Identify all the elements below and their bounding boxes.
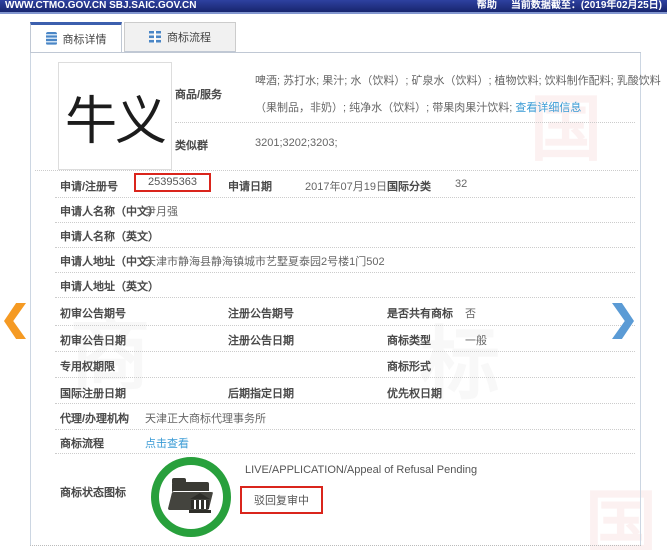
prelim-no-label: 初审公告期号 <box>60 308 126 320</box>
content-bottom-border <box>30 545 641 546</box>
separator <box>175 122 635 123</box>
separator <box>55 247 635 248</box>
status-icon-label: 商标状态图标 <box>60 487 126 499</box>
document-icon <box>45 32 57 45</box>
separator <box>55 297 635 298</box>
tab-label: 商标详情 <box>62 33 107 46</box>
later-date-label: 后期指定日期 <box>228 388 294 400</box>
applicant-addr-en-label: 申请人地址（英文） <box>60 281 159 293</box>
applicant-name-en-label: 申请人名称（英文） <box>60 231 159 243</box>
click-to-view-link[interactable]: 点击查看 <box>145 435 189 451</box>
exclusive-period-label: 专用权期限 <box>60 361 115 373</box>
status-en-text: LIVE/APPLICATION/Appeal of Refusal Pendi… <box>245 464 478 476</box>
tab-trademark-process[interactable]: 商标流程 <box>124 22 236 52</box>
separator <box>55 197 635 198</box>
goods-label: 商品/服务 <box>175 89 223 101</box>
next-arrow-icon[interactable] <box>612 303 634 339</box>
goods-line1: 啤酒; 苏打水; 果汁; 水（饮料）; 矿泉水（饮料）; 植物饮料; 饮料制作配… <box>255 75 661 87</box>
priority-date-label: 优先权日期 <box>387 388 442 400</box>
separator <box>55 272 635 273</box>
site-domains: WWW.CTMO.GOV.CN SBJ.SAIC.GOV.CN <box>5 0 197 11</box>
goods-line2: （果制品，非奶）; 纯净水（饮料）; 带果肉果汁饮料; 查看详细信息 <box>255 102 582 114</box>
intl-class-value: 32 <box>455 178 468 190</box>
previous-arrow-icon[interactable] <box>4 303 26 339</box>
status-icon <box>151 457 231 537</box>
reg-number-label: 申请/注册号 <box>60 181 119 193</box>
intl-reg-date-label: 国际注册日期 <box>60 388 126 400</box>
list-icon <box>149 31 161 43</box>
content-left-border <box>30 52 31 545</box>
separator <box>55 453 635 454</box>
app-date-value: 2017年07月19日 <box>305 181 387 193</box>
reg-number-value: 25395363 <box>148 176 197 188</box>
trademark-image: 牛义 <box>58 62 172 170</box>
applicant-name-cn-value: 尹月强 <box>145 206 178 218</box>
help-link[interactable]: 帮助 <box>477 0 497 12</box>
tab-trademark-details[interactable]: 商标详情 <box>30 22 122 52</box>
process-label: 商标流程 <box>60 438 104 450</box>
goods-value: 啤酒; 苏打水; 果汁; 水（饮料）; 矿泉水（饮料）; 植物饮料; 饮料制作配… <box>255 68 661 122</box>
separator <box>55 222 635 223</box>
top-bar: WWW.CTMO.GOV.CN SBJ.SAIC.GOV.CN 帮助 当前数据截… <box>0 0 667 14</box>
status-cn-text: 驳回复审中 <box>254 495 309 507</box>
tab-label: 商标流程 <box>167 32 211 44</box>
separator <box>55 351 635 352</box>
separator <box>55 377 635 378</box>
similar-group-label: 类似群 <box>175 140 208 152</box>
tm-type-value: 一般 <box>465 335 487 347</box>
content-right-border <box>640 52 641 545</box>
tm-form-label: 商标形式 <box>387 361 431 373</box>
applicant-addr-cn-value: 天津市静海县静海镇城市艺墅夏泰园2号楼1门502 <box>145 256 385 268</box>
content-top-border <box>30 52 641 53</box>
data-date: 当前数据截至：(2019年02月25日) <box>510 0 662 11</box>
agency-value: 天津正大商标代理事务所 <box>145 413 266 425</box>
app-date-label: 申请日期 <box>228 181 272 193</box>
separator <box>55 429 635 430</box>
separator <box>55 403 635 404</box>
trademark-text: 牛义 <box>64 91 167 152</box>
reg-number-highlight: 25395363 <box>134 173 211 192</box>
agency-label: 代理/办理机构 <box>60 413 130 425</box>
separator <box>55 325 635 326</box>
regpub-date-label: 注册公告日期 <box>228 335 294 347</box>
trademark-detail-page: WWW.CTMO.GOV.CN SBJ.SAIC.GOV.CN 帮助 当前数据截… <box>0 0 667 550</box>
bank-building-icon <box>189 493 211 513</box>
shared-mark-label: 是否共有商标 <box>387 308 453 320</box>
similar-group-value: 3201;3202;3203; <box>255 137 338 149</box>
shared-mark-value: 否 <box>465 308 476 320</box>
regpub-no-label: 注册公告期号 <box>228 308 294 320</box>
status-cn-highlight: 驳回复审中 <box>240 486 323 514</box>
intl-class-label: 国际分类 <box>387 181 431 193</box>
separator <box>35 170 638 171</box>
prelim-date-label: 初审公告日期 <box>60 335 126 347</box>
watermark: 国 <box>585 485 658 550</box>
view-details-link[interactable]: 查看详细信息 <box>515 102 581 114</box>
tm-type-label: 商标类型 <box>387 335 431 347</box>
